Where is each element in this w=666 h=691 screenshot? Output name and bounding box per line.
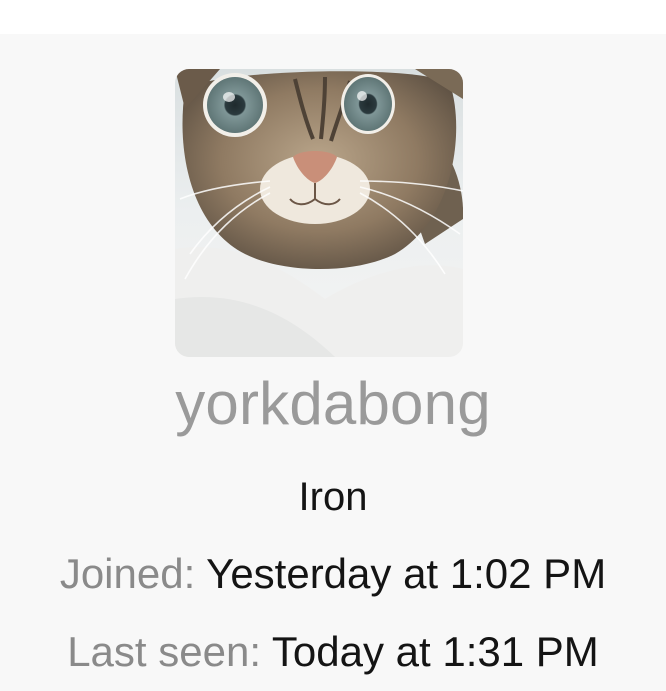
- joined-value: Yesterday at 1:02 PM: [206, 550, 607, 597]
- joined-row: Joined: Yesterday at 1:02 PM: [0, 548, 666, 600]
- cat-photo-avatar: [175, 69, 463, 357]
- joined-label: Joined:: [59, 550, 207, 597]
- last-seen-label: Last seen:: [67, 628, 272, 675]
- last-seen-value: Today at 1:31 PM: [271, 628, 599, 675]
- avatar[interactable]: [175, 69, 463, 357]
- rank-label: Iron: [298, 475, 368, 519]
- username: yorkdabong: [175, 370, 491, 437]
- top-strip: [0, 0, 666, 34]
- last-seen-row: Last seen: Today at 1:31 PM: [0, 626, 666, 678]
